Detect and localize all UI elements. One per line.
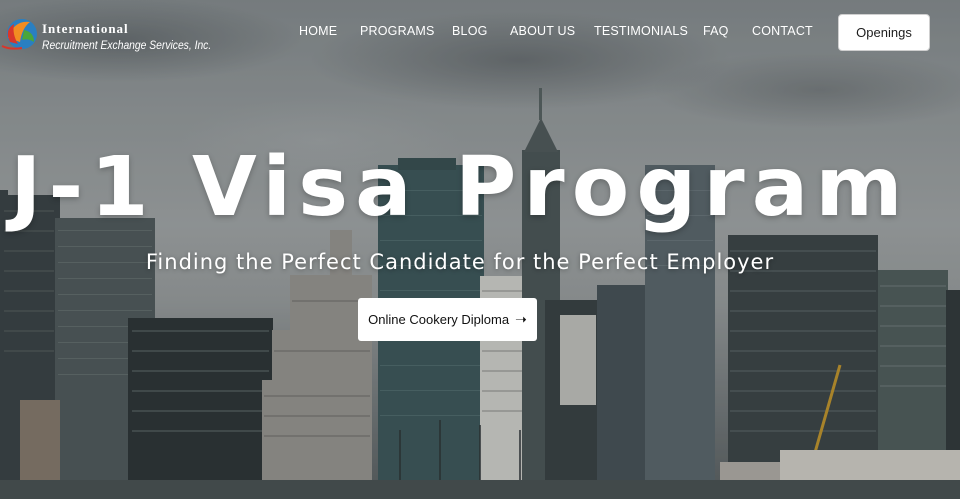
nav-about-us[interactable]: ABOUT US	[510, 24, 575, 38]
top-navigation: International Recruitment Exchange Servi…	[0, 0, 960, 64]
online-cookery-diploma-button[interactable]: Online Cookery Diploma ➝	[358, 298, 537, 341]
nav-blog[interactable]: BLOG	[452, 24, 488, 38]
nav-programs[interactable]: PROGRAMS	[360, 24, 435, 38]
hero-title: J-1 Visa Program	[10, 140, 910, 235]
nav-contact[interactable]: CONTACT	[752, 24, 813, 38]
hero-subtitle: Finding the Perfect Candidate for the Pe…	[145, 250, 775, 274]
brand-logo[interactable]: International Recruitment Exchange Servi…	[0, 10, 240, 58]
nav-home[interactable]: HOME	[299, 24, 337, 38]
cta-label: Online Cookery Diploma	[368, 312, 510, 327]
openings-button[interactable]: Openings	[838, 14, 930, 51]
globe-logo-icon	[1, 19, 37, 50]
arrow-right-icon: ➝	[515, 311, 527, 327]
nav-faq[interactable]: FAQ	[703, 24, 729, 38]
brand-name-line1: International	[42, 21, 129, 36]
nav-testimonials[interactable]: TESTIMONIALS	[594, 24, 688, 38]
brand-name-line2: Recruitment Exchange Services, Inc.	[42, 38, 212, 52]
